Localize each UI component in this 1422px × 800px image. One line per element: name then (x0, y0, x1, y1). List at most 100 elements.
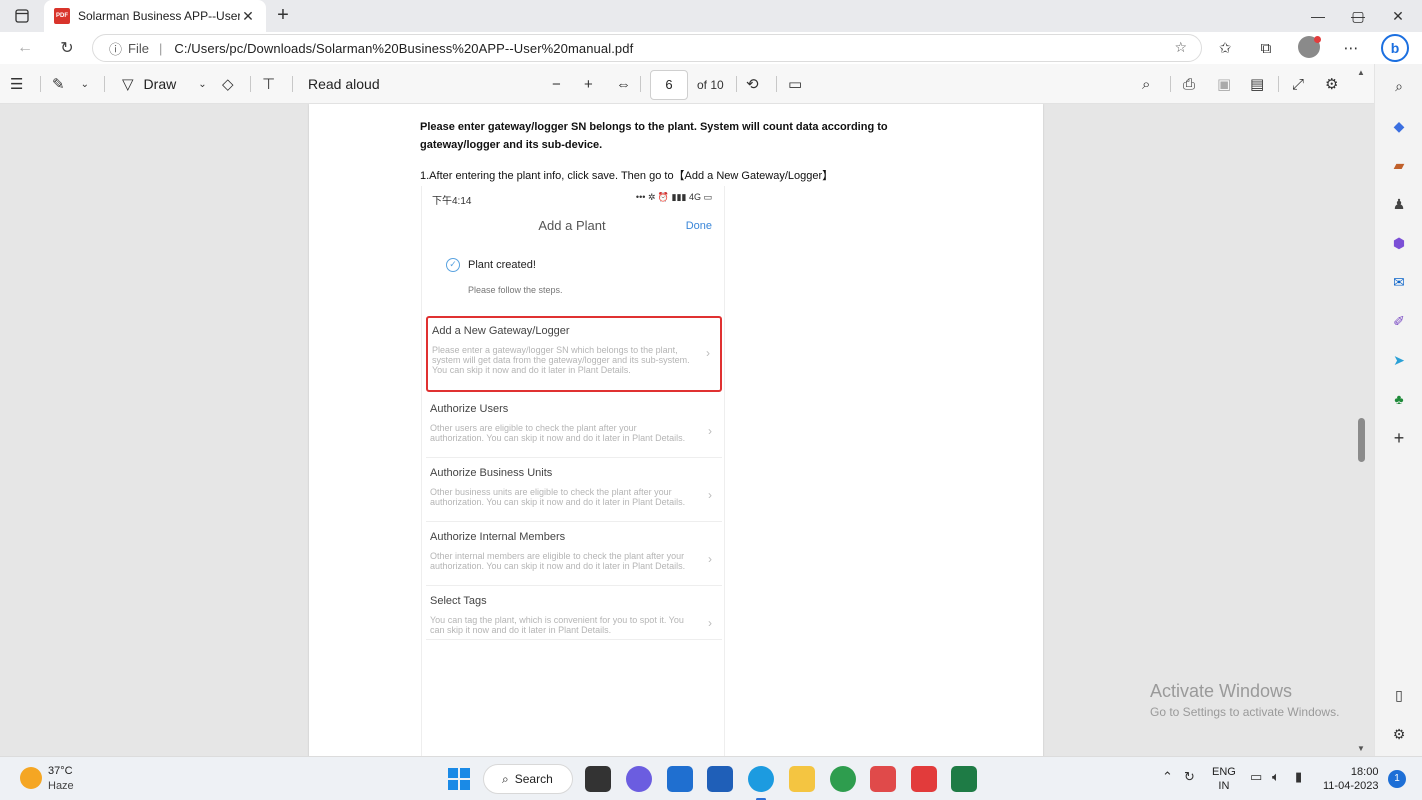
speaker-icon[interactable]: 🔈︎ (1272, 769, 1280, 785)
close-tab-icon[interactable]: ✕ (240, 8, 256, 25)
highlighter-icon: ✎ (52, 76, 65, 93)
chevron-right-icon: › (708, 488, 712, 502)
step-add-gateway: Add a New Gateway/Logger Please enter a … (426, 316, 722, 392)
weather-condition[interactable]: Haze (48, 780, 74, 792)
find-button[interactable]: ⌕ (1142, 72, 1150, 96)
bing-copilot-icon[interactable]: b (1381, 34, 1409, 62)
save-button[interactable]: ▣ (1217, 72, 1231, 96)
print-button[interactable]: ⎙ (1183, 72, 1195, 96)
url-text[interactable]: C:/Users/pc/Downloads/Solarman%20Busines… (174, 41, 633, 56)
windows-taskbar: 37°C Haze ⌕ Search ⌃ ↻ ENG IN ▭ 🔈︎ ▮ 18:… (0, 756, 1422, 800)
fit-page-button[interactable]: ⇔ (616, 72, 631, 96)
collections-icon[interactable]: ⧉ (1253, 36, 1279, 60)
highlight-button[interactable]: ✎ ⌄ (52, 72, 89, 96)
mail-icon[interactable] (667, 766, 693, 792)
minimize-window-button[interactable]: — (1298, 0, 1338, 32)
maximize-window-button[interactable]: ▢ (1338, 0, 1378, 32)
fit-width-icon: ⇔ (616, 75, 631, 93)
rotate-icon: ⟲ (746, 76, 759, 93)
maximize-window-icon: ▢ (1351, 7, 1365, 24)
read-aloud-label: Read aloud (308, 76, 380, 92)
notification-badge[interactable]: 1 (1388, 770, 1406, 788)
follow-steps-text: Please follow the steps. (468, 285, 563, 295)
draw-icon: ▽ (122, 76, 134, 93)
pdf-settings-button[interactable]: ⚙ (1325, 72, 1338, 96)
favorites-icon[interactable]: ✩ (1212, 36, 1238, 60)
chrome-icon[interactable] (830, 766, 856, 792)
check-circle-icon: ✓ (446, 258, 460, 272)
tab-title: Solarman Business APP--User manual.pdf (78, 9, 240, 23)
sync-icon[interactable]: ↻ (1184, 769, 1195, 785)
sidebar-settings-icon[interactable]: ⚙ (1387, 722, 1411, 746)
page-view-button[interactable]: ▭ (788, 72, 802, 96)
hide-sidebar-icon[interactable]: ▯ (1387, 683, 1411, 707)
show-hidden-icons[interactable]: ⌃ (1162, 769, 1173, 785)
file-label: File (128, 40, 149, 56)
close-window-button[interactable]: ✕ (1378, 0, 1418, 32)
add-sidebar-app-icon[interactable]: + (1387, 426, 1411, 450)
back-button[interactable]: ← (12, 36, 38, 60)
weather-sun-icon[interactable] (20, 767, 42, 789)
games-icon[interactable]: ♟ (1387, 192, 1411, 216)
task-view-icon[interactable] (585, 766, 611, 792)
sidebar-search-icon[interactable]: ⌕ (1387, 74, 1411, 98)
profile-notification-dot (1314, 36, 1321, 43)
save-as-button[interactable]: ▤ (1250, 72, 1264, 96)
eraser-button[interactable]: ◇ (222, 72, 234, 96)
zoom-in-button[interactable]: + (584, 72, 593, 96)
scroll-thumb[interactable] (1358, 418, 1365, 462)
weather-temperature[interactable]: 37°C (48, 765, 73, 777)
vertical-scrollbar[interactable]: ▲ ▼ (1355, 64, 1369, 756)
more-options-icon[interactable]: ⋯ (1338, 36, 1364, 60)
read-aloud-button[interactable]: Read aloud (308, 72, 380, 96)
scroll-down-icon[interactable]: ▼ (1357, 744, 1365, 753)
new-tab-icon[interactable]: + (272, 4, 294, 26)
address-bar[interactable]: ⓘ File | C:/Users/pc/Downloads/Solarman%… (92, 34, 1202, 62)
refresh-button[interactable]: ↻ (54, 36, 80, 60)
info-icon: ⓘ (109, 41, 123, 57)
file-explorer-icon[interactable] (789, 766, 815, 792)
status-time: 下午4:14 (432, 196, 472, 207)
save-as-icon: ▤ (1250, 76, 1265, 93)
language-indicator[interactable]: ENG IN (1212, 765, 1236, 793)
pdf-viewport[interactable]: Please enter gateway/logger SN belongs t… (0, 104, 1374, 756)
battery-icon[interactable]: ▮ (1295, 769, 1302, 785)
phone-title: Add a Plant (538, 218, 606, 233)
add-favorite-icon[interactable]: ☆ (1174, 39, 1187, 56)
edge-browser-icon[interactable] (748, 766, 774, 800)
tree-icon[interactable]: ♣ (1387, 387, 1411, 411)
step-desc: Other users are eligible to check the pl… (430, 423, 686, 443)
taskbar-search-button[interactable]: ⌕ Search (483, 764, 573, 794)
fullscreen-button[interactable]: ⤢ (1292, 72, 1304, 96)
monitor-icon[interactable]: ▭ (1250, 769, 1262, 785)
start-windows-icon[interactable] (448, 768, 470, 790)
snipping-tool-icon[interactable] (870, 766, 896, 792)
search-icon: ⌕ (1142, 75, 1151, 93)
plant-created-text: Plant created! (468, 259, 536, 271)
microsoft-365-icon[interactable]: ⬢ (1387, 231, 1411, 255)
add-text-button[interactable]: ⊤ (262, 72, 275, 96)
teams-chat-icon[interactable] (626, 766, 652, 792)
rotate-button[interactable]: ⟲ (746, 72, 759, 96)
step-title: Add a New Gateway/Logger (432, 325, 570, 337)
scroll-up-icon[interactable]: ▲ (1357, 68, 1365, 77)
contents-button[interactable]: ☰ (10, 72, 23, 96)
pdf-file-icon: PDF (54, 8, 70, 24)
toolbox-icon[interactable]: ▰ (1387, 153, 1411, 177)
draw-button[interactable]: ▽ Draw ⌄ (122, 72, 207, 96)
shopping-tag-icon[interactable]: ◆ (1387, 114, 1411, 138)
toolbar-divider (736, 76, 737, 92)
designer-icon[interactable]: ✐ (1387, 309, 1411, 333)
browser-tab[interactable]: PDF Solarman Business APP--User manual.p… (44, 0, 266, 32)
page-number-input[interactable]: 6 (650, 70, 688, 100)
outlook-icon[interactable]: ✉ (1387, 270, 1411, 294)
excel-icon[interactable] (951, 766, 977, 792)
close-window-icon: ✕ (1392, 7, 1404, 24)
anydesk-icon[interactable] (911, 766, 937, 792)
taskbar-clock[interactable]: 18:00 11-04-2023 (1323, 765, 1378, 793)
zoom-out-button[interactable]: − (552, 72, 561, 96)
microsoft-store-icon[interactable] (707, 766, 733, 792)
toolbar-divider (1170, 76, 1171, 92)
tab-actions-button[interactable] (8, 5, 36, 27)
send-icon[interactable]: ➤ (1387, 348, 1411, 372)
